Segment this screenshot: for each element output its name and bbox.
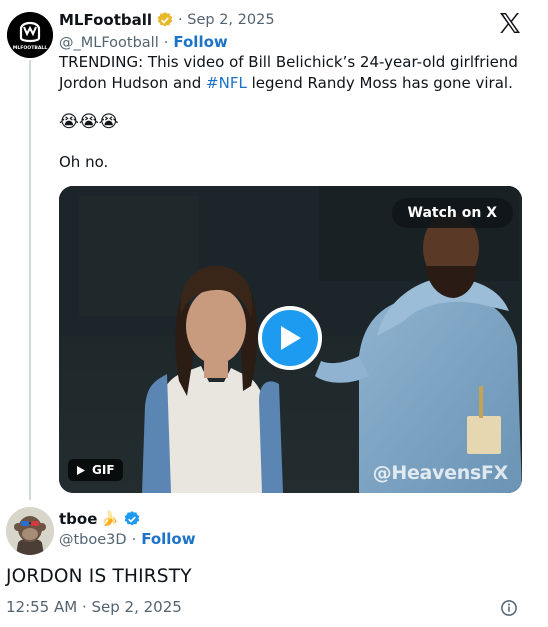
play-icon	[281, 326, 301, 350]
gif-play-icon	[77, 465, 85, 475]
gif-badge: GIF	[68, 459, 123, 481]
x-logo-icon[interactable]	[498, 11, 522, 35]
watch-on-x-button[interactable]: Watch on X	[391, 198, 513, 228]
thread-connector-line	[29, 60, 31, 500]
reply-handle-row: @tboe3D · Follow	[59, 530, 196, 548]
follow-button[interactable]: Follow	[173, 33, 227, 51]
separator-dot: ·	[163, 35, 169, 51]
reply-avatar[interactable]	[6, 507, 54, 555]
reply-handle[interactable]: @tboe3D	[59, 532, 127, 548]
author-handle[interactable]: @_MLFootball	[59, 35, 159, 51]
tweet-text-segment: Jordon Hudson and	[59, 74, 207, 92]
reply-timestamp[interactable]: 12:55 AM · Sep 2, 2025	[6, 598, 182, 616]
verified-gold-icon	[157, 12, 173, 27]
tweet-date[interactable]: · Sep 2, 2025	[178, 12, 275, 28]
video-watermark: @HeavensFX	[372, 462, 509, 484]
reply-follow-button[interactable]: Follow	[141, 530, 195, 548]
video-player[interactable]: Watch on X GIF @HeavensFX	[59, 186, 522, 493]
author-avatar[interactable]: MLFOOTBALL	[7, 12, 53, 58]
play-button[interactable]	[258, 306, 322, 370]
hashtag-link[interactable]: #NFL	[206, 74, 247, 92]
tweet-text-segment: legend Randy Moss has gone viral.	[246, 74, 513, 92]
reply-text: JORDON IS THIRSTY	[6, 566, 192, 587]
reply-header: tboe 🍌	[59, 510, 141, 528]
author-name[interactable]: MLFootball	[59, 11, 152, 29]
tweet-text-line3: Oh no.	[59, 153, 109, 171]
gif-label: GIF	[92, 463, 115, 477]
mlfootball-logo-icon: MLFOOTBALL	[7, 12, 53, 58]
avatar-label: MLFOOTBALL	[13, 45, 48, 51]
tweet-text-line2: Jordon Hudson and #NFL legend Randy Moss…	[59, 73, 539, 94]
separator-dot: ·	[131, 532, 137, 548]
tweet-text-line1: TRENDING: This video of Bill Belichick’s…	[59, 53, 518, 71]
verified-blue-icon	[124, 511, 140, 526]
tweet-text: TRENDING: This video of Bill Belichick’s…	[59, 52, 539, 94]
info-icon[interactable]	[500, 599, 518, 617]
handle-row: @_MLFootball · Follow	[59, 33, 228, 51]
banana-emoji: 🍌	[101, 511, 119, 527]
tweet-header: MLFootball · Sep 2, 2025	[59, 11, 275, 29]
ape-avatar-icon	[6, 507, 54, 555]
reply-author-name[interactable]: tboe	[59, 510, 97, 528]
tweet-emojis: 😭😭😭	[59, 112, 119, 132]
